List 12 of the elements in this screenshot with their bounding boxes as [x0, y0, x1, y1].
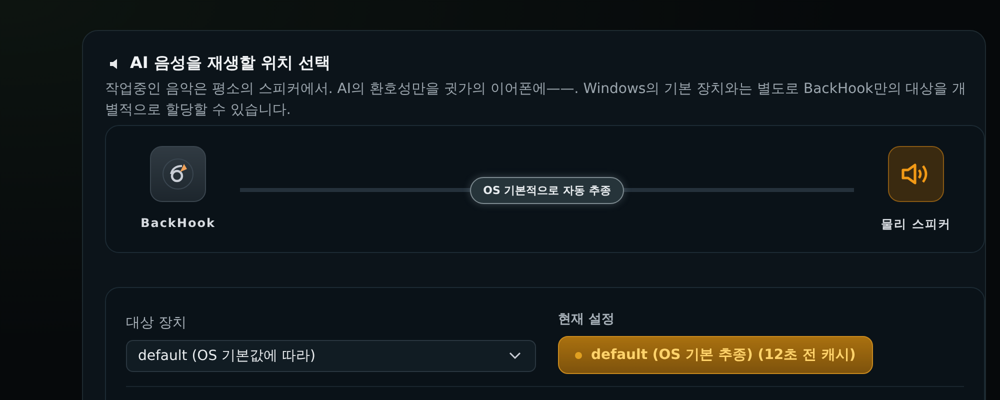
chevron-down-icon — [509, 352, 521, 360]
source-label: BackHook — [140, 216, 216, 230]
current-label: 현재 설정 — [558, 311, 616, 328]
device-label: 대상 장치 — [126, 314, 188, 332]
section-description: 작업중인 음악은 평소의 스피커에서. AI의 환호성만을 귓가의 이어폰에——. Windows의 기본 장치와는 별도로 BackHook만의 대상을 개별적으로 할당할 수 있습니다. — [105, 80, 968, 120]
route-badge: OS 기본적으로 자동 추종 — [470, 176, 624, 204]
app-logo-icon — [161, 157, 195, 191]
status-text: default (OS 기본 추종) (12초 전 캐시) — [591, 346, 856, 364]
section-title: AI 음성을 재생할 위치 선택 — [130, 53, 331, 74]
device-select[interactable]: default (OS 기본값에 따라) — [126, 340, 536, 372]
target-label: 물리 스피커 — [880, 216, 952, 233]
status-dot — [575, 352, 582, 358]
